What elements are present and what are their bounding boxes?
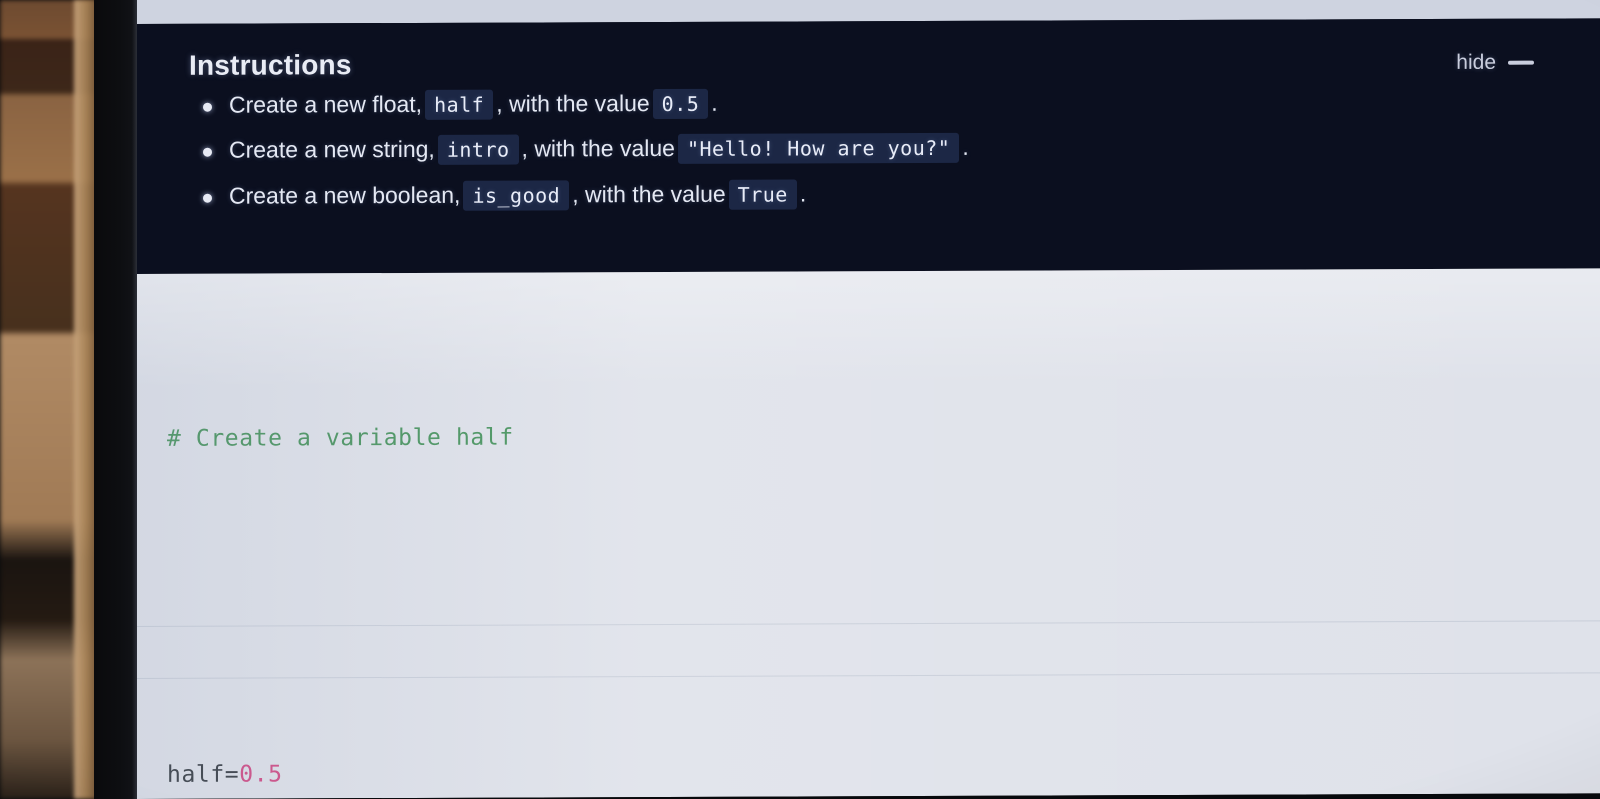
code-number-literal: 0.5 bbox=[239, 761, 283, 788]
instruction-middle: , with the value bbox=[496, 90, 650, 117]
instruction-variable-chip: half bbox=[425, 89, 494, 120]
instruction-value-chip: True bbox=[728, 179, 797, 210]
hide-label: hide bbox=[1456, 50, 1496, 74]
instruction-suffix: . bbox=[799, 180, 807, 207]
photographed-screen-frame: Instructions hide Create a new float, hal… bbox=[0, 0, 1600, 799]
instruction-item-is-good: Create a new boolean, is_good, with the v… bbox=[189, 177, 1540, 211]
screen-content: Instructions hide Create a new float, hal… bbox=[137, 0, 1600, 799]
code-identifier: half bbox=[167, 761, 225, 788]
code-line-blank[interactable] bbox=[167, 580, 1600, 628]
instructions-title: Instructions bbox=[189, 49, 352, 81]
instructions-panel: Instructions hide Create a new float, hal… bbox=[137, 18, 1600, 274]
instructions-list: Create a new float, half, with the value 0… bbox=[189, 87, 1540, 211]
instruction-suffix: . bbox=[962, 134, 969, 161]
instruction-variable-chip: intro bbox=[437, 134, 519, 166]
instruction-suffix: . bbox=[711, 89, 718, 116]
instruction-value-chip: "Hello! How are you?" bbox=[677, 133, 960, 165]
instruction-prefix: Create a new string, bbox=[229, 136, 435, 164]
minus-dash-icon bbox=[1508, 60, 1534, 65]
instruction-value-chip: 0.5 bbox=[652, 88, 709, 120]
code-operator: = bbox=[224, 761, 240, 788]
instruction-item-intro: Create a new string, intro, with the valu… bbox=[189, 132, 1540, 166]
hide-instructions-button[interactable]: hide bbox=[1456, 51, 1534, 75]
instruction-variable-chip: is_good bbox=[463, 180, 570, 211]
instruction-middle: , with the value bbox=[572, 180, 726, 208]
instructions-header: Instructions hide bbox=[189, 45, 1540, 82]
code-line[interactable]: # Create a variable half bbox=[167, 412, 1600, 460]
code-comment: # Create a variable half bbox=[167, 424, 514, 452]
instruction-middle: , with the value bbox=[521, 135, 675, 162]
instruction-prefix: Create a new boolean, bbox=[229, 181, 461, 209]
instruction-prefix: Create a new float, bbox=[229, 90, 423, 118]
code-lines[interactable]: # Create a variable half half=0.5 # Crea… bbox=[167, 286, 1600, 799]
instruction-item-half: Create a new float, half, with the value 0… bbox=[189, 87, 1540, 120]
code-line[interactable]: half=0.5 bbox=[167, 748, 1600, 796]
code-editor[interactable]: # Create a variable half half=0.5 # Crea… bbox=[137, 268, 1600, 799]
